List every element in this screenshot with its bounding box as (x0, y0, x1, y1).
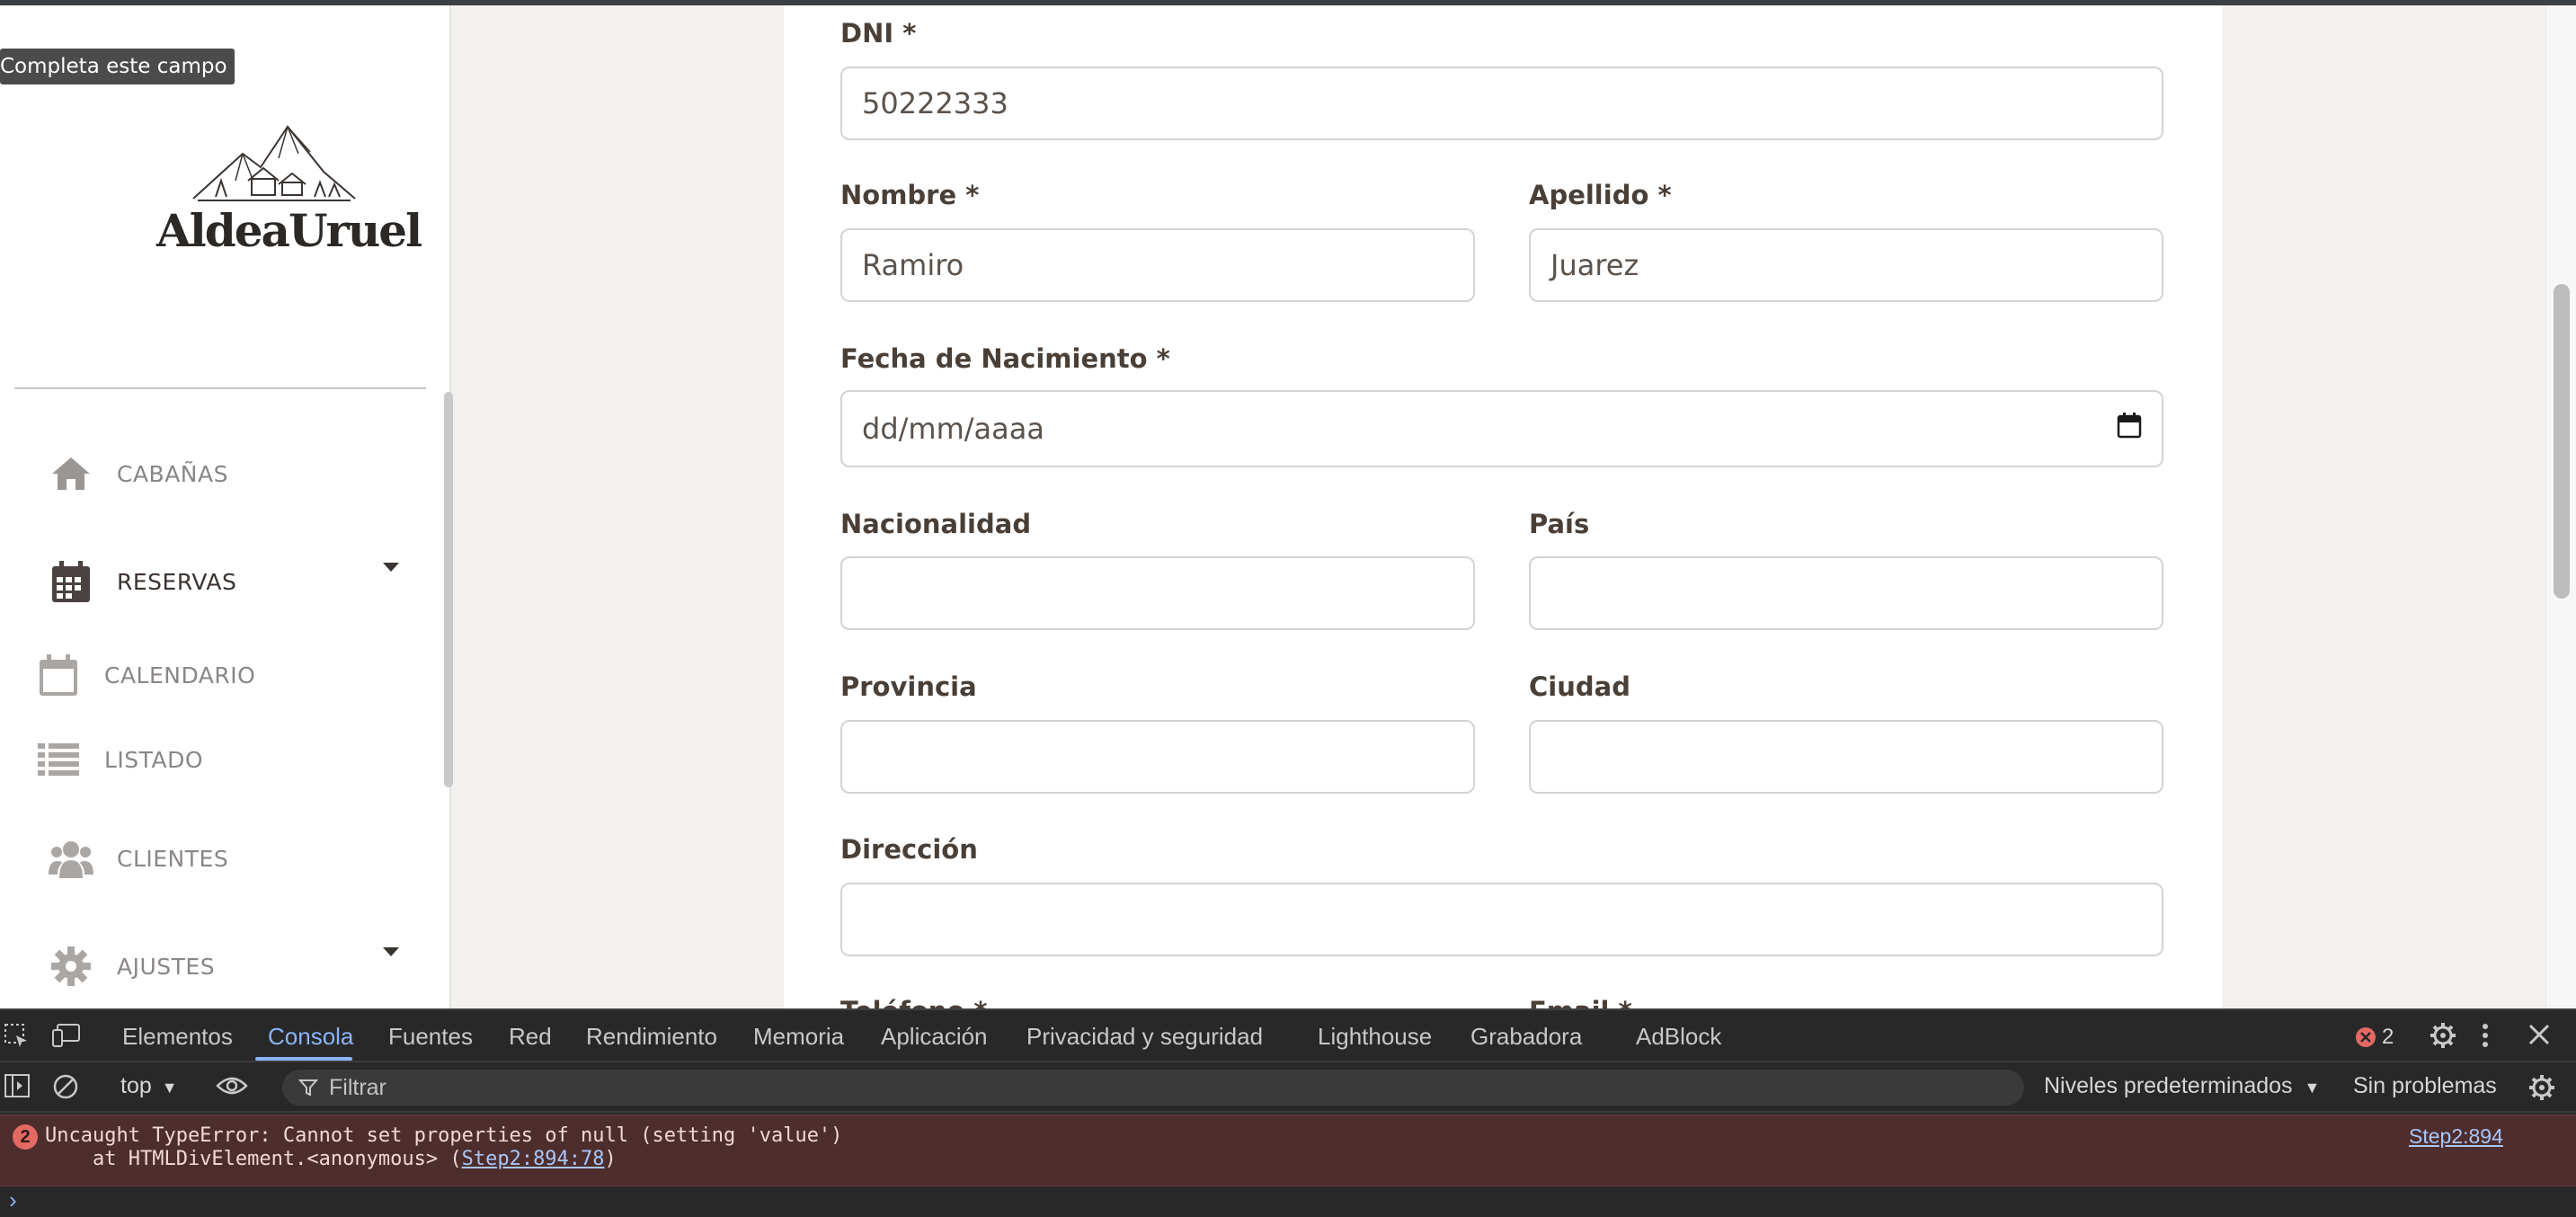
page-scrollbar[interactable] (2545, 5, 2576, 1008)
tab-red[interactable]: Red (509, 1023, 552, 1051)
context-select[interactable]: top ▼ (120, 1073, 178, 1099)
provincia-label: Provincia (840, 671, 977, 702)
stack-suffix: ) (604, 1148, 617, 1170)
form-card: DNI * 50222333 Nombre * Ramiro Apellido … (784, 5, 2222, 1026)
sidebar-item-calendario[interactable]: CALENDARIO (36, 653, 255, 697)
page-scrollbar-thumb[interactable] (2554, 284, 2570, 599)
pais-field[interactable] (1529, 556, 2163, 630)
settings-gear-icon[interactable] (2429, 1021, 2457, 1050)
console-error-message[interactable]: 2 Uncaught TypeError: Cannot set propert… (0, 1115, 2576, 1186)
stack-prefix: at HTMLDivElement.<anonymous> ( (45, 1148, 462, 1170)
error-repeat-badge: 2 (13, 1124, 38, 1150)
error-count: 2 (2382, 1025, 2394, 1049)
sidebar-item-label: CALENDARIO (104, 662, 256, 688)
ciudad-field[interactable] (1529, 720, 2163, 794)
tab-adblock[interactable]: AdBlock (1636, 1023, 1721, 1051)
tab-consola[interactable]: Consola (268, 1023, 353, 1051)
calendar-grid-icon (49, 559, 93, 604)
chevron-down-icon[interactable] (383, 947, 399, 956)
eye-icon[interactable] (216, 1073, 248, 1098)
sidebar-scrollbar[interactable] (444, 392, 453, 787)
stack-source-link[interactable]: Step2:894:78 (462, 1148, 605, 1170)
chevron-down-icon: ▼ (161, 1079, 178, 1097)
tab-grabadora[interactable]: Grabadora (1470, 1023, 1582, 1051)
nacionalidad-field[interactable] (840, 556, 1475, 630)
calendar-icon (36, 653, 81, 697)
users-icon (49, 836, 93, 881)
nombre-label: Nombre * (840, 180, 980, 210)
fecha-nacimiento-label: Fecha de Nacimiento * (840, 343, 1170, 374)
filter-placeholder: Filtrar (329, 1074, 386, 1100)
nacionalidad-label: Nacionalidad (840, 509, 1032, 539)
error-source-link[interactable]: Step2:894 (2409, 1124, 2503, 1149)
clear-console-icon[interactable] (52, 1073, 79, 1100)
sidebar-item-ajustes[interactable]: AJUSTES (49, 944, 215, 989)
active-tab-indicator (255, 1057, 352, 1061)
log-levels-select[interactable]: Niveles predeterminados ▼ (2044, 1073, 2320, 1099)
sidebar-item-label: RESERVAS (117, 568, 237, 595)
home-icon (49, 451, 93, 496)
logo[interactable]: AldeaUruel (153, 118, 422, 262)
issues-button[interactable]: Sin problemas (2353, 1073, 2497, 1099)
mountain-logo-icon (192, 125, 356, 201)
apellido-field[interactable]: Juarez (1529, 228, 2163, 302)
devtools-panel: Elementos Consola Fuentes Red Rendimient… (0, 1008, 2576, 1217)
date-placeholder: dd/mm/aaaa (862, 412, 1044, 446)
direccion-label: Dirección (840, 834, 978, 865)
error-stack-line: at HTMLDivElement.<anonymous> (Step2:894… (45, 1148, 617, 1170)
direccion-field[interactable] (840, 883, 2163, 956)
tab-aplicacion[interactable]: Aplicación (881, 1023, 988, 1051)
tab-fuentes[interactable]: Fuentes (388, 1023, 473, 1051)
pais-label: País (1529, 509, 1590, 539)
tab-privacidad[interactable]: Privacidad y seguridad (1026, 1023, 1263, 1051)
filter-input[interactable]: Filtrar (282, 1070, 2024, 1106)
device-toolbar-icon[interactable] (52, 1023, 81, 1048)
dni-label: DNI * (840, 18, 917, 49)
tab-lighthouse[interactable]: Lighthouse (1318, 1023, 1432, 1051)
gear-icon (49, 944, 93, 989)
sidebar-item-reservas[interactable]: RESERVAS (49, 559, 236, 604)
provincia-field[interactable] (840, 720, 1475, 794)
devtools-tabbar: Elementos Consola Fuentes Red Rendimient… (0, 1010, 2576, 1062)
calendar-picker-icon[interactable] (2117, 412, 2142, 446)
tab-elementos[interactable]: Elementos (122, 1023, 233, 1051)
tab-rendimiento[interactable]: Rendimiento (586, 1023, 717, 1051)
logo-text: AldeaUruel (156, 204, 422, 257)
sidebar-divider (14, 387, 426, 389)
console-prompt[interactable]: › (9, 1186, 17, 1214)
sidebar-item-label: LISTADO (104, 746, 204, 773)
context-value: top (120, 1073, 152, 1098)
sidebar-item-listado[interactable]: LISTADO (36, 737, 203, 782)
more-options-icon[interactable] (2481, 1021, 2490, 1050)
validation-tooltip: Completa este campo (0, 49, 235, 84)
sidebar: AldeaUruel CABAÑAS RESERVAS CALENDARIO L… (0, 5, 453, 1008)
sidebar-item-label: CLIENTES (117, 845, 229, 872)
tab-memoria[interactable]: Memoria (753, 1023, 844, 1051)
sidebar-item-label: AJUSTES (117, 953, 216, 980)
dni-field[interactable]: 50222333 (840, 67, 2163, 140)
sidebar-item-label: CABAÑAS (117, 460, 228, 487)
close-icon[interactable] (2527, 1023, 2551, 1046)
filter-icon (298, 1079, 318, 1097)
error-message-text: Uncaught TypeError: Cannot set propertie… (45, 1124, 843, 1147)
console-toolbar: top ▼ Filtrar Niveles predeterminados ▼ … (0, 1062, 2576, 1113)
ciudad-label: Ciudad (1529, 671, 1630, 702)
sidebar-item-cabanas[interactable]: CABAÑAS (49, 451, 228, 496)
apellido-label: Apellido * (1529, 180, 1672, 210)
error-count-badge[interactable]: 2 (2355, 1025, 2394, 1050)
console-settings-icon[interactable] (2527, 1073, 2556, 1102)
fecha-nacimiento-field[interactable]: dd/mm/aaaa (840, 390, 2163, 467)
nombre-field[interactable]: Ramiro (840, 228, 1475, 302)
chevron-down-icon[interactable] (383, 563, 399, 572)
log-levels-value: Niveles predeterminados (2044, 1073, 2293, 1098)
list-icon (36, 737, 81, 782)
sidebar-toggle-icon[interactable] (4, 1073, 31, 1098)
inspect-element-icon[interactable] (4, 1023, 29, 1048)
sidebar-item-clientes[interactable]: CLIENTES (49, 836, 228, 881)
chevron-down-icon: ▼ (2304, 1079, 2321, 1097)
